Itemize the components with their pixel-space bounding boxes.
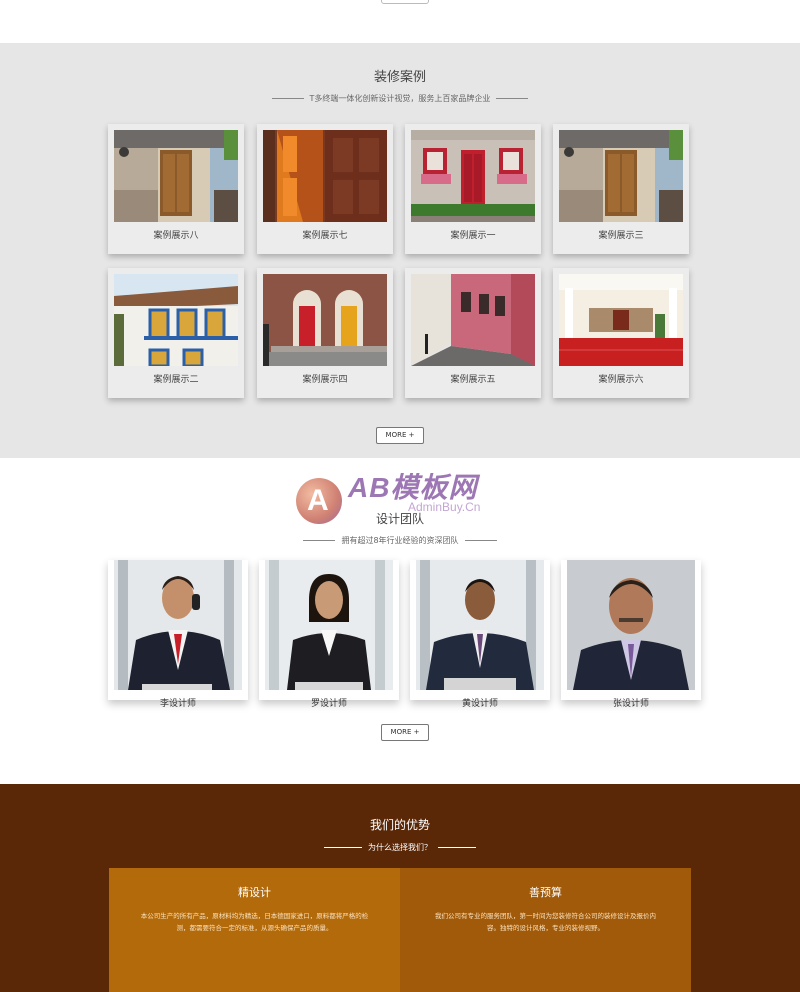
team-member-card[interactable]: 张设计师: [561, 560, 701, 709]
cases-section: 装修案例 T多终端一体化创新设计视觉，服务上百家品牌企业 案例展示八 案例展示七…: [0, 44, 800, 458]
case-photo-blue-house: [114, 274, 238, 366]
case-photo-red-floor-hall: [559, 274, 683, 366]
case-caption: 案例展示八: [153, 231, 199, 241]
case-photo-orange-door: [263, 130, 387, 222]
team-more-button[interactable]: MORE +: [381, 724, 429, 741]
team-member-card[interactable]: 黄设计师: [410, 560, 550, 709]
cases-more-button[interactable]: MORE +: [376, 427, 424, 444]
divider-line: [271, 98, 304, 99]
cases-title: 装修案例: [373, 70, 426, 85]
case-photo-red-door: [411, 130, 535, 222]
team-subtitle-text: 拥有超过8年行业经验的资深团队: [341, 536, 459, 545]
case-caption: 案例展示三: [598, 231, 644, 241]
designer-photo: [114, 560, 242, 690]
team-member-card[interactable]: 李设计师: [108, 560, 248, 709]
advantage-heading: 善预算: [529, 886, 562, 899]
case-caption: 案例展示七: [302, 231, 348, 241]
case-photo-wooden-door: [114, 130, 238, 222]
advantages-subtitle-text: 为什么选择我们？: [368, 843, 432, 852]
designer-name: 李设计师: [159, 699, 196, 709]
top-more-button[interactable]: [381, 0, 429, 4]
case-card[interactable]: 案例展示五: [405, 268, 541, 398]
case-card[interactable]: 案例展示四: [257, 268, 393, 398]
team-title: 设计团队: [375, 512, 424, 526]
designer-name: 张设计师: [612, 699, 649, 709]
advantages-title: 我们的优势: [369, 818, 430, 832]
divider-line: [496, 98, 529, 99]
team-section: 设计团队 拥有超过8年行业经验的资深团队 李设计师 罗设计师 黄设计师 张设计师…: [0, 458, 800, 784]
case-photo-red-yellow-doors: [263, 274, 387, 366]
case-card[interactable]: 案例展示三: [553, 124, 689, 254]
case-card[interactable]: 案例展示二: [108, 268, 244, 398]
cases-subtitle-text: T多终端一体化创新设计视觉，服务上百家品牌企业: [309, 94, 491, 103]
divider-line: [438, 847, 476, 848]
advantage-text: 本公司生产的所有产品，原材料均为精选，日本德国家进口，原料都将严格的检测，都需要…: [140, 912, 369, 932]
cases-subtitle: T多终端一体化创新设计视觉，服务上百家品牌企业: [0, 93, 800, 104]
advantage-text: 我们公司有专业的服务团队，第一时间为您装修符合公司的装修设计及报价内容。独特的设…: [435, 912, 656, 932]
case-card[interactable]: 案例展示七: [257, 124, 393, 254]
case-caption: 案例展示六: [598, 375, 644, 385]
advantage-box-budget: 善预算 我们公司有专业的服务团队，第一时间为您装修符合公司的装修设计及报价内容。…: [400, 868, 691, 992]
case-photo-wooden-door-2: [559, 130, 683, 222]
designer-name: 黄设计师: [461, 699, 498, 709]
designer-photo: [567, 560, 695, 690]
designer-name: 罗设计师: [310, 699, 347, 709]
divider-line: [303, 540, 336, 541]
case-photo-pink-street: [411, 274, 535, 366]
designer-photo: [416, 560, 544, 690]
case-caption: 案例展示二: [153, 375, 199, 385]
advantage-box-design: 精设计 本公司生产的所有产品，原材料均为精选，日本德国家进口，原料都将严格的检测…: [109, 868, 400, 992]
case-caption: 案例展示一: [450, 231, 496, 241]
case-card[interactable]: 案例展示八: [108, 124, 244, 254]
team-member-card[interactable]: 罗设计师: [259, 560, 399, 709]
advantages-section: 我们的优势 为什么选择我们？ 精设计 本公司生产的所有产品，原材料均为精选，日本…: [0, 784, 800, 992]
advantage-heading: 精设计: [238, 886, 271, 899]
top-strip: [0, 0, 800, 44]
divider-line: [464, 540, 497, 541]
case-caption: 案例展示五: [450, 375, 496, 385]
designer-photo: [265, 560, 393, 690]
divider-line: [324, 847, 362, 848]
team-subtitle: 拥有超过8年行业经验的资深团队: [0, 535, 800, 546]
case-card[interactable]: 案例展示一: [405, 124, 541, 254]
advantages-subtitle: 为什么选择我们？: [0, 842, 800, 853]
case-caption: 案例展示四: [302, 375, 348, 385]
case-card[interactable]: 案例展示六: [553, 268, 689, 398]
